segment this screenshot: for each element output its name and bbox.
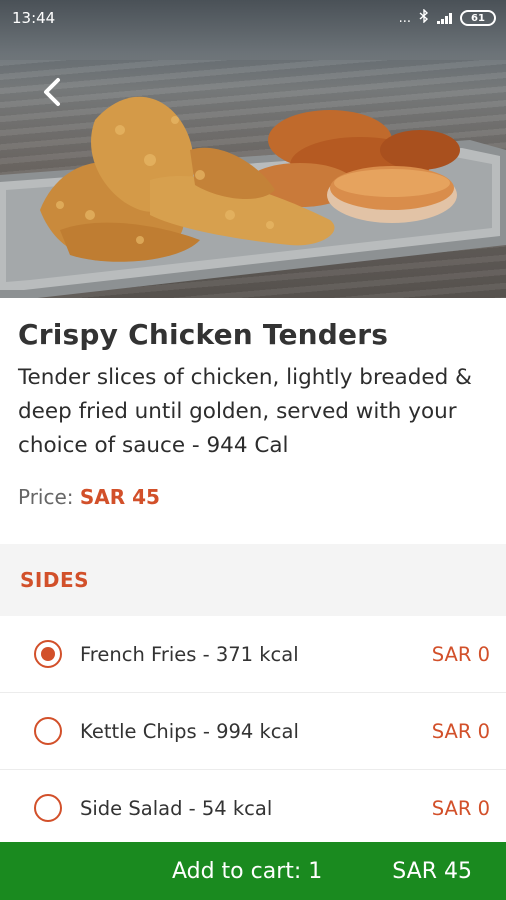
product-info: Crispy Chicken Tenders Tender slices of … <box>0 298 506 544</box>
signal-icon <box>437 12 452 24</box>
price-label: Price: <box>18 485 74 509</box>
back-arrow-icon <box>44 78 60 106</box>
side-option-label: French Fries - 371 kcal <box>80 642 299 666</box>
add-to-cart-button[interactable]: Add to cart: 1 SAR 45 <box>0 842 506 900</box>
side-option-label: Kettle Chips - 994 kcal <box>80 719 299 743</box>
side-option-price: SAR 0 <box>431 642 490 666</box>
price-value: SAR 45 <box>79 485 160 509</box>
sides-section-header: SIDES <box>0 544 506 616</box>
radio-unselected-icon[interactable] <box>34 794 62 822</box>
back-button[interactable] <box>32 72 72 112</box>
side-option-label: Side Salad - 54 kcal <box>80 796 273 820</box>
more-dots: ... <box>398 10 411 26</box>
radio-selected-icon[interactable] <box>34 640 62 668</box>
food-illustration <box>0 96 506 298</box>
side-option-price: SAR 0 <box>431 796 490 820</box>
side-option-french-fries[interactable]: French Fries - 371 kcal SAR 0 <box>0 616 506 693</box>
price-row: Price: SAR 45 <box>18 485 488 509</box>
status-time: 13:44 <box>12 9 56 27</box>
product-image <box>0 0 506 298</box>
status-bar: 13:44 ... 61 <box>0 0 506 36</box>
battery-icon: 61 <box>460 10 496 26</box>
side-options-list: French Fries - 371 kcal SAR 0 Kettle Chi… <box>0 616 506 847</box>
cart-total: SAR 45 <box>392 858 472 884</box>
product-description: Tender slices of chicken, lightly breade… <box>18 365 472 458</box>
side-option-side-salad[interactable]: Side Salad - 54 kcal SAR 0 <box>0 770 506 847</box>
product-title: Crispy Chicken Tenders <box>18 318 389 351</box>
side-option-price: SAR 0 <box>431 719 490 743</box>
radio-unselected-icon[interactable] <box>34 717 62 745</box>
side-option-kettle-chips[interactable]: Kettle Chips - 994 kcal SAR 0 <box>0 693 506 770</box>
bluetooth-icon <box>419 8 429 27</box>
add-to-cart-label: Add to cart: 1 <box>171 858 323 884</box>
status-icons: ... 61 <box>398 8 496 27</box>
